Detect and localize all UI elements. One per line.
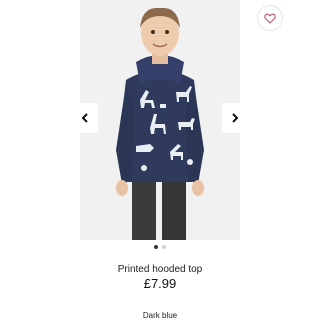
chevron-right-icon [232,113,239,123]
chevron-left-icon [81,113,88,123]
child-in-hoodie-photo [116,7,204,240]
next-image-button[interactable] [222,103,248,133]
product-price: £7.99 [143,276,177,291]
pagination-dot[interactable] [162,245,166,249]
image-pagination [0,245,320,249]
product-image[interactable] [80,0,240,240]
favorite-button[interactable] [257,5,283,31]
product-color: Dark blue [142,311,178,320]
product-title: Printed hooded top [117,264,203,275]
previous-image-button[interactable] [72,103,98,133]
pagination-dot-active[interactable] [154,245,158,249]
heart-outline-icon [264,13,276,24]
